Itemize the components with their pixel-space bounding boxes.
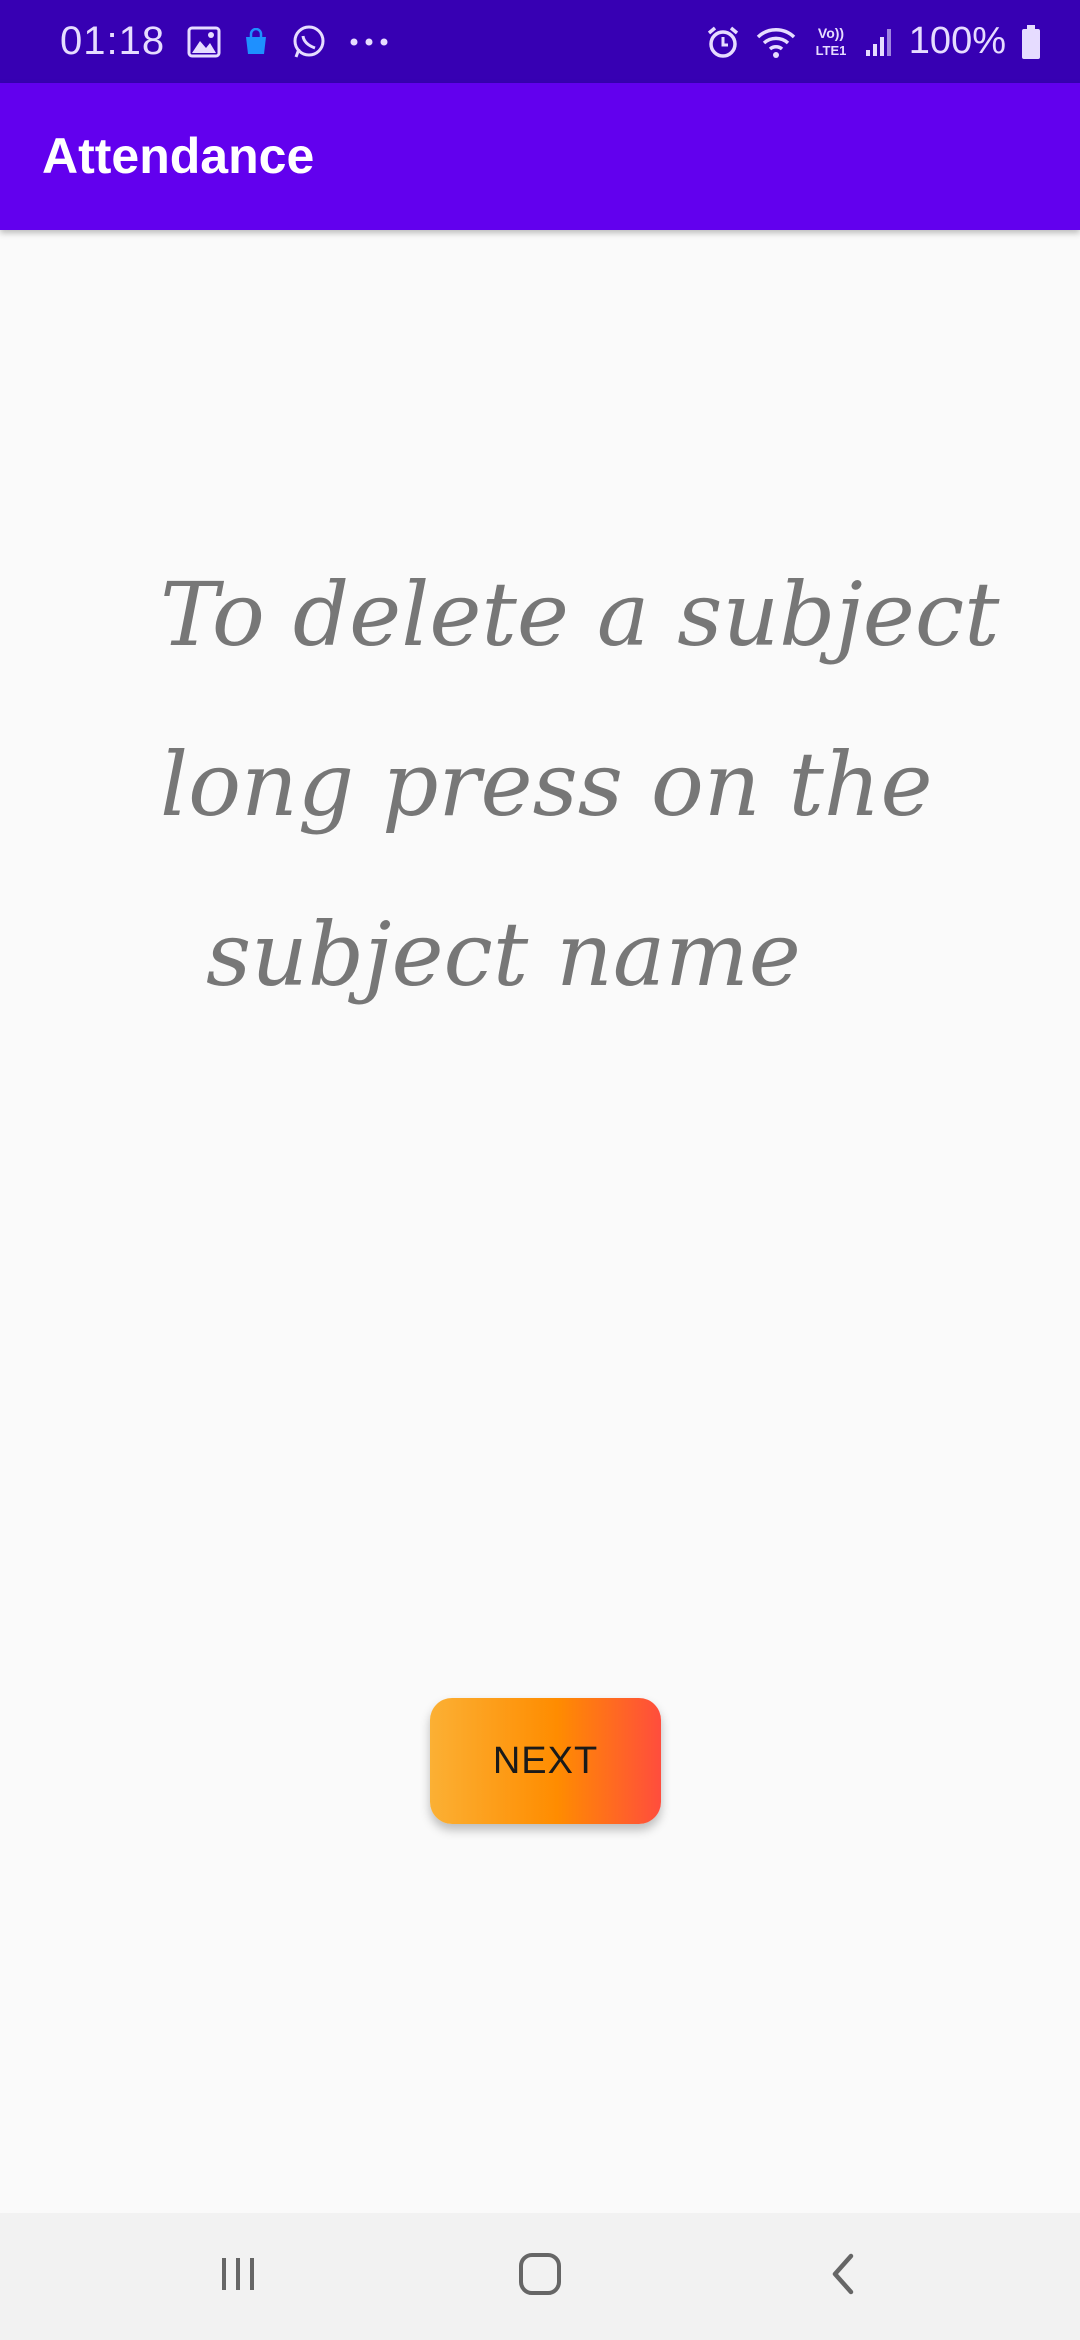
next-button[interactable]: NEXT <box>430 1698 661 1824</box>
recent-apps-button[interactable] <box>168 2213 308 2340</box>
home-button[interactable] <box>470 2213 610 2340</box>
shopping-bag-icon <box>243 0 269 83</box>
signal-icon <box>865 0 895 83</box>
alarm-icon <box>705 0 741 83</box>
more-dots-icon <box>349 0 389 83</box>
app-title: Attendance <box>42 128 315 184</box>
status-right-group: Vo)) LTE1 100% <box>705 0 1042 83</box>
volte-lte-icon: Vo)) LTE1 <box>811 0 851 83</box>
svg-text:LTE1: LTE1 <box>815 43 846 58</box>
app-bar: Attendance <box>0 83 1080 230</box>
back-button[interactable] <box>773 2213 913 2340</box>
hint-text-block: To delete a subject long press on the su… <box>160 530 1000 1040</box>
status-time: 01:18 <box>60 19 166 63</box>
hint-line-1: To delete a subject <box>160 563 1000 666</box>
home-icon <box>515 2249 565 2304</box>
wifi-icon <box>755 0 797 83</box>
navigation-bar <box>0 2213 1080 2340</box>
battery-icon <box>1020 0 1042 83</box>
hint-line-3: subject name <box>206 903 801 1006</box>
battery-percent: 100% <box>908 20 1006 62</box>
svg-text:Vo)): Vo)) <box>818 25 844 41</box>
recent-apps-icon <box>216 2252 260 2301</box>
hint-line-2: long press on the <box>160 733 933 836</box>
status-left-group: 01:18 <box>60 0 389 83</box>
gallery-icon <box>187 0 221 83</box>
back-icon <box>823 2250 863 2303</box>
status-bar: 01:18 Vo)) LTE1 100% <box>0 0 1080 83</box>
whatsapp-icon <box>291 0 327 83</box>
